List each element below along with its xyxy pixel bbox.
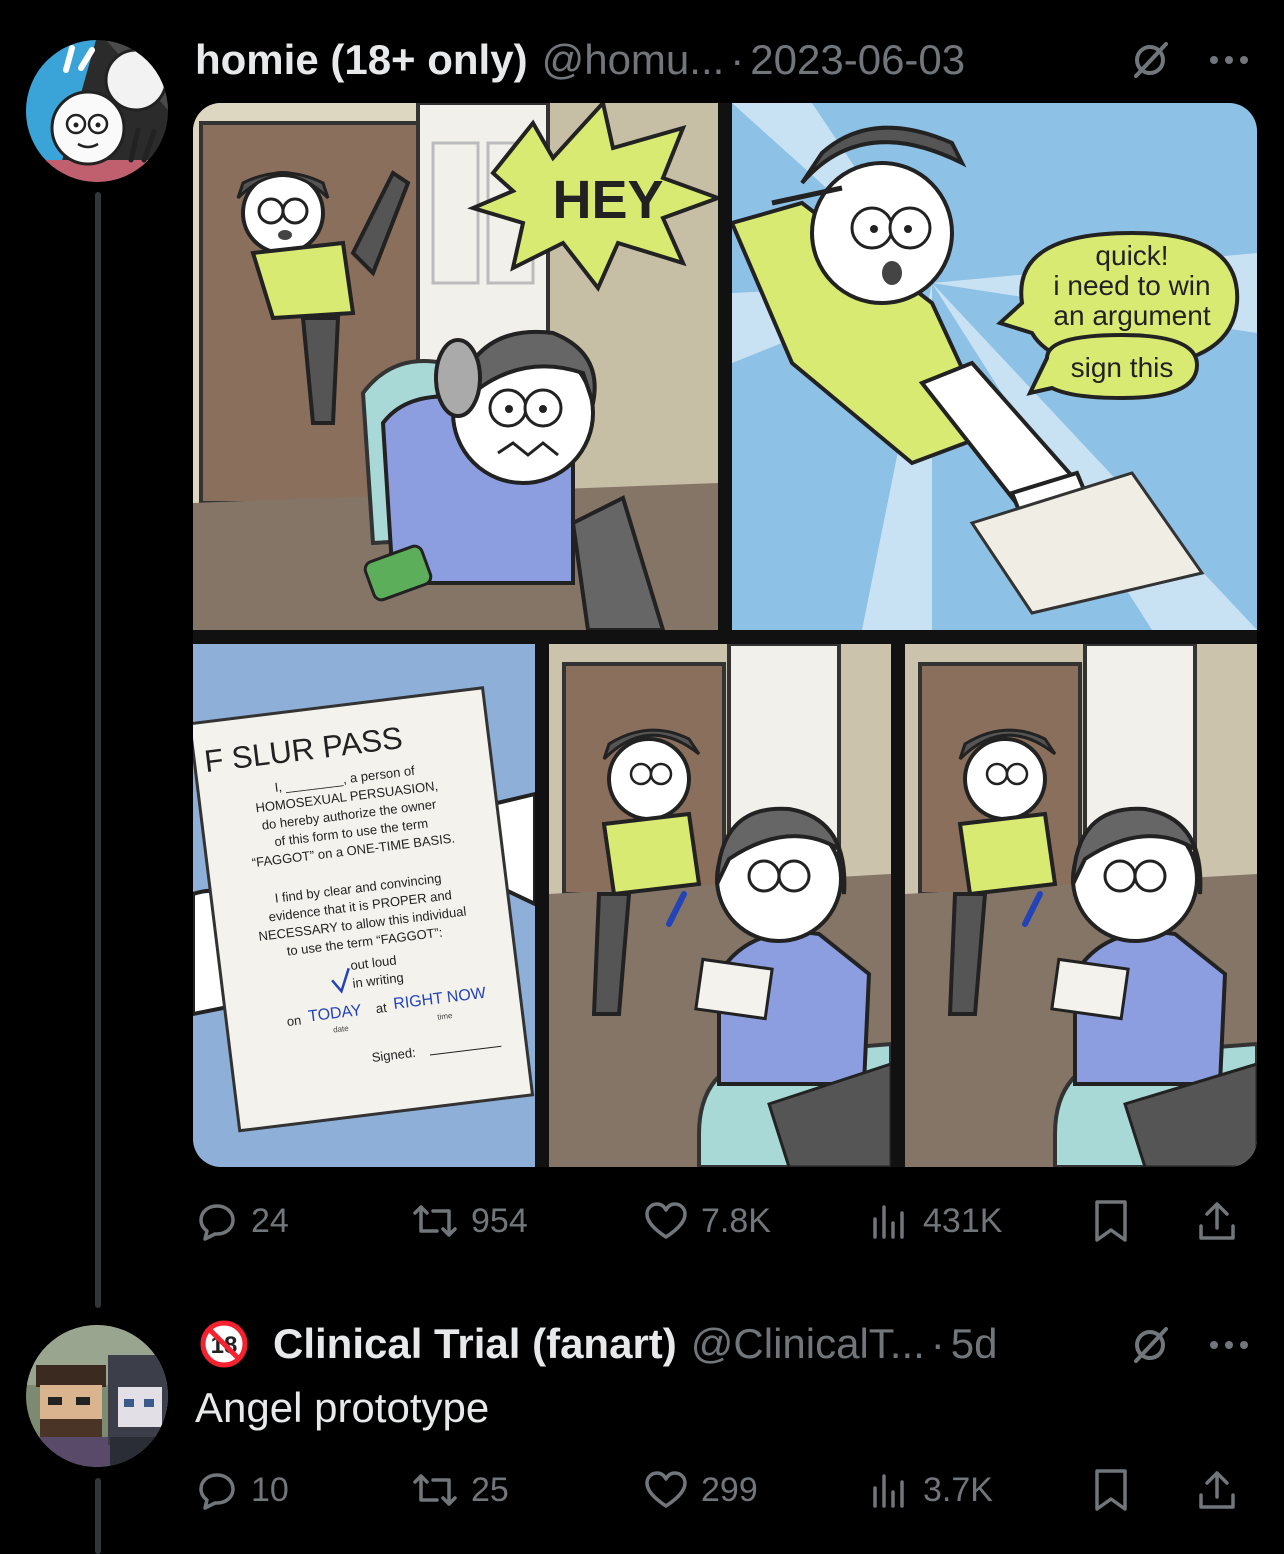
form-on-label: on <box>286 1012 302 1029</box>
reply-count: 24 <box>251 1201 289 1240</box>
more-icon[interactable] <box>1204 1331 1254 1359</box>
post2-action-bar: 10 25 299 3.7K <box>195 1460 1255 1520</box>
share-button[interactable] <box>1195 1191 1239 1251</box>
panel2-bubble-line-2: i need to win <box>1053 270 1210 301</box>
header-separator: · <box>730 36 745 83</box>
form-at-label: at <box>375 1000 388 1016</box>
bookmark-icon <box>1095 1469 1127 1511</box>
comic-panel-2: quick! i need to win an argument online … <box>732 103 1257 630</box>
author-display-name[interactable]: homie (18+ only) <box>195 36 528 84</box>
thread-line <box>95 1478 101 1554</box>
like-count: 299 <box>701 1470 758 1509</box>
post-header: 18 Clinical Trial (fanart) @ClinicalT...… <box>195 1316 998 1372</box>
more-icon[interactable] <box>1204 46 1254 74</box>
panel2-bubble-line-1: quick! <box>1095 240 1168 271</box>
repost-count: 25 <box>471 1470 509 1509</box>
views-icon <box>873 1474 904 1508</box>
like-icon <box>645 1471 687 1508</box>
header-separator: · <box>930 1320 945 1367</box>
adult-18-badge-icon: 18 <box>195 1319 253 1369</box>
repost-count: 954 <box>471 1201 528 1240</box>
repost-icon <box>413 1205 457 1237</box>
reply-count: 10 <box>251 1470 289 1509</box>
post-date[interactable]: 2023-06-03 <box>750 36 965 84</box>
comic-panel-5 <box>905 644 1257 1167</box>
like-count: 7.8K <box>701 1201 771 1240</box>
author-avatar[interactable] <box>26 1325 168 1467</box>
comic-panel-1: HEY <box>193 103 718 630</box>
bookmark-button[interactable] <box>1091 1191 1131 1251</box>
post1-action-bar: 24 954 7.8K 431K <box>195 1191 1255 1251</box>
reply-button[interactable]: 10 <box>195 1460 289 1520</box>
share-button[interactable] <box>1195 1460 1239 1520</box>
reply-icon <box>199 1473 235 1510</box>
bookmark-icon <box>1095 1200 1127 1242</box>
author-handle[interactable]: @homu... <box>542 36 725 84</box>
panel1-shout-text: HEY <box>552 170 663 230</box>
author-handle[interactable]: @ClinicalT... <box>691 1320 925 1368</box>
grok-slash-icon[interactable] <box>1128 1323 1172 1367</box>
like-button[interactable]: 7.8K <box>643 1191 771 1251</box>
author-avatar[interactable] <box>26 40 168 182</box>
repost-button[interactable]: 954 <box>411 1191 528 1251</box>
grok-slash-icon[interactable] <box>1128 38 1172 82</box>
comic-panel-3: F SLUR PASS I, ________, a person of HOM… <box>193 644 535 1167</box>
view-count: 431K <box>923 1201 1003 1240</box>
post-header: homie (18+ only) @homu... · 2023-06-03 <box>195 32 965 88</box>
views-icon <box>873 1205 904 1239</box>
share-icon <box>1199 1202 1235 1240</box>
form-time-caption: time <box>437 1011 454 1022</box>
comic-panel-4 <box>549 644 891 1167</box>
author-display-name[interactable]: Clinical Trial (fanart) <box>273 1320 677 1368</box>
panel2-bubble-line-3: an argument <box>1053 300 1210 331</box>
post-text: Angel prototype <box>195 1384 490 1431</box>
post-date[interactable]: 5d <box>951 1320 998 1368</box>
view-count: 3.7K <box>923 1470 993 1509</box>
views-button[interactable]: 431K <box>867 1191 1002 1251</box>
share-icon <box>1199 1471 1235 1509</box>
post-comic-image[interactable]: HEY quick! i need to win an argument sig… <box>193 103 1257 1167</box>
reply-icon <box>199 1204 235 1241</box>
bookmark-button[interactable] <box>1091 1460 1131 1520</box>
reply-button[interactable]: 24 <box>195 1191 289 1251</box>
like-icon <box>645 1202 687 1239</box>
panel2-bubble-sign: sign this <box>1071 352 1174 383</box>
views-button[interactable]: 3.7K <box>867 1460 993 1520</box>
repost-icon <box>413 1474 457 1506</box>
thread-line <box>95 192 101 1308</box>
repost-button[interactable]: 25 <box>411 1460 509 1520</box>
like-button[interactable]: 299 <box>643 1460 758 1520</box>
